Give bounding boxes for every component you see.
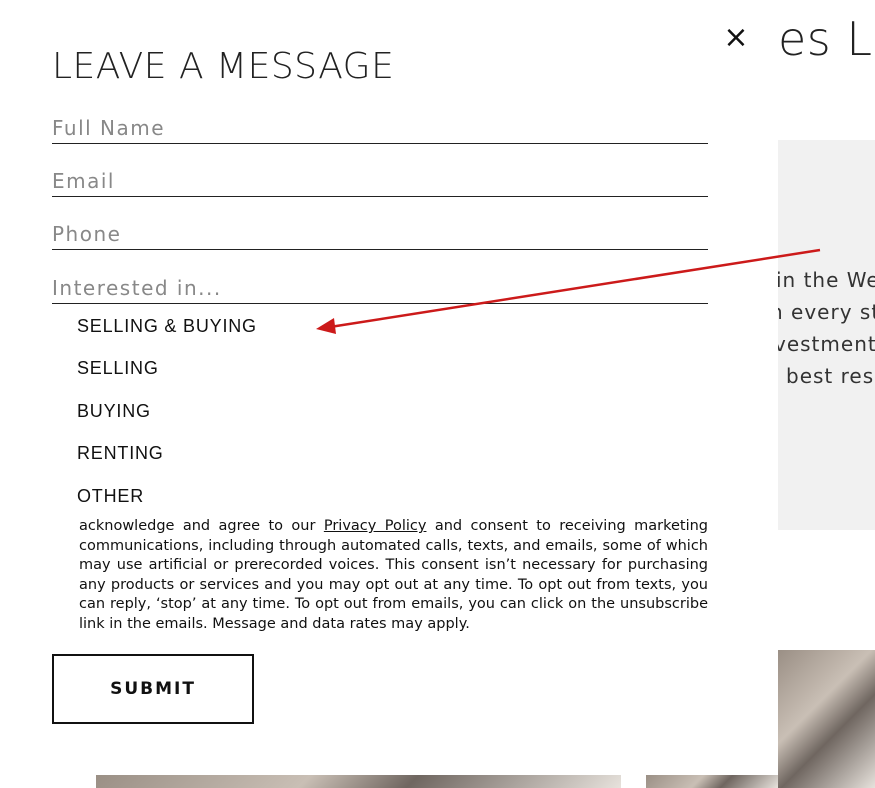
full-name-field[interactable] bbox=[52, 112, 708, 144]
phone-field[interactable] bbox=[52, 219, 708, 250]
close-icon[interactable]: × bbox=[722, 22, 750, 54]
option-other[interactable]: OTHER bbox=[77, 486, 144, 507]
option-selling-and-buying[interactable]: SELLING & BUYING bbox=[77, 316, 257, 337]
leave-message-modal: × LEAVE A MESSAGE SELLING & BUYING SELLI… bbox=[0, 0, 778, 775]
background-text-line: vestment bbox=[774, 332, 875, 356]
background-text-line: n every st bbox=[770, 300, 875, 324]
email-field[interactable] bbox=[52, 166, 708, 197]
consent-prefix: acknowledge and agree to our bbox=[79, 518, 324, 534]
consent-body: and consent to receiving marketing commu… bbox=[79, 518, 708, 632]
interest-select[interactable] bbox=[52, 272, 708, 304]
submit-button[interactable]: SUBMIT bbox=[52, 654, 254, 724]
option-selling[interactable]: SELLING bbox=[77, 358, 159, 379]
option-renting[interactable]: RENTING bbox=[77, 443, 164, 464]
background-photo bbox=[778, 650, 875, 788]
background-photo bbox=[646, 775, 778, 788]
background-text-line: in the We bbox=[776, 268, 875, 292]
option-buying[interactable]: BUYING bbox=[77, 401, 151, 422]
modal-title: LEAVE A MESSAGE bbox=[52, 46, 395, 87]
background-text-line: best res bbox=[786, 364, 875, 388]
background-photo bbox=[96, 775, 621, 788]
background-heading: es Lu bbox=[778, 12, 875, 66]
privacy-policy-link[interactable]: Privacy Policy bbox=[324, 518, 427, 534]
consent-text: acknowledge and agree to our Privacy Pol… bbox=[79, 517, 708, 634]
